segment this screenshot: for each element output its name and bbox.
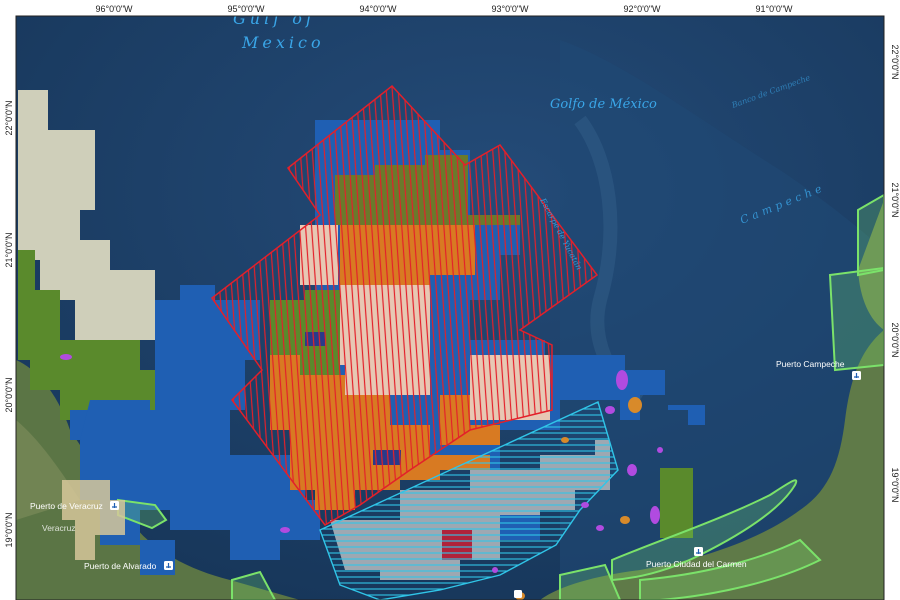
lon-tick: 93°0'0"W <box>491 4 529 14</box>
port-icon <box>514 590 522 598</box>
lon-tick: 92°0'0"W <box>623 4 661 14</box>
sea-label-gulf-en-2: Mexico <box>241 33 325 52</box>
block-green-east <box>660 468 693 538</box>
place-label-veracruz-small: Veracruz <box>42 523 76 533</box>
lon-tick: 95°0'0"W <box>227 4 265 14</box>
lon-tick: 94°0'0"W <box>359 4 397 14</box>
place-label-veracruz: Puerto de Veracruz <box>30 501 103 511</box>
lat-tick: 19°0'0"N <box>890 467 900 502</box>
lat-tick: 19°0'0"N <box>4 512 14 547</box>
lon-tick: 91°0'0"W <box>755 4 793 14</box>
lat-tick: 20°0'0"N <box>4 377 14 412</box>
place-label-carmen: Puerto Ciudad del Carmen <box>646 559 747 569</box>
map-body: Gulf of Mexico Golfo de México Campeche … <box>16 16 884 600</box>
sea-label-gulf-es: Golfo de México <box>550 97 657 112</box>
lat-tick: 22°0'0"N <box>4 100 14 135</box>
place-label-alvarado: Puerto de Alvarado <box>84 561 157 571</box>
lat-tick: 21°0'0"N <box>890 182 900 217</box>
map-canvas[interactable]: Gulf of Mexico Golfo de México Campeche … <box>0 0 900 600</box>
lon-tick: 96°0'0"W <box>95 4 133 14</box>
lat-tick: 20°0'0"N <box>890 322 900 357</box>
place-label-campeche: Puerto Campeche <box>776 359 845 369</box>
lat-tick: 21°0'0"N <box>4 232 14 267</box>
lat-tick: 22°0'0"N <box>890 44 900 79</box>
